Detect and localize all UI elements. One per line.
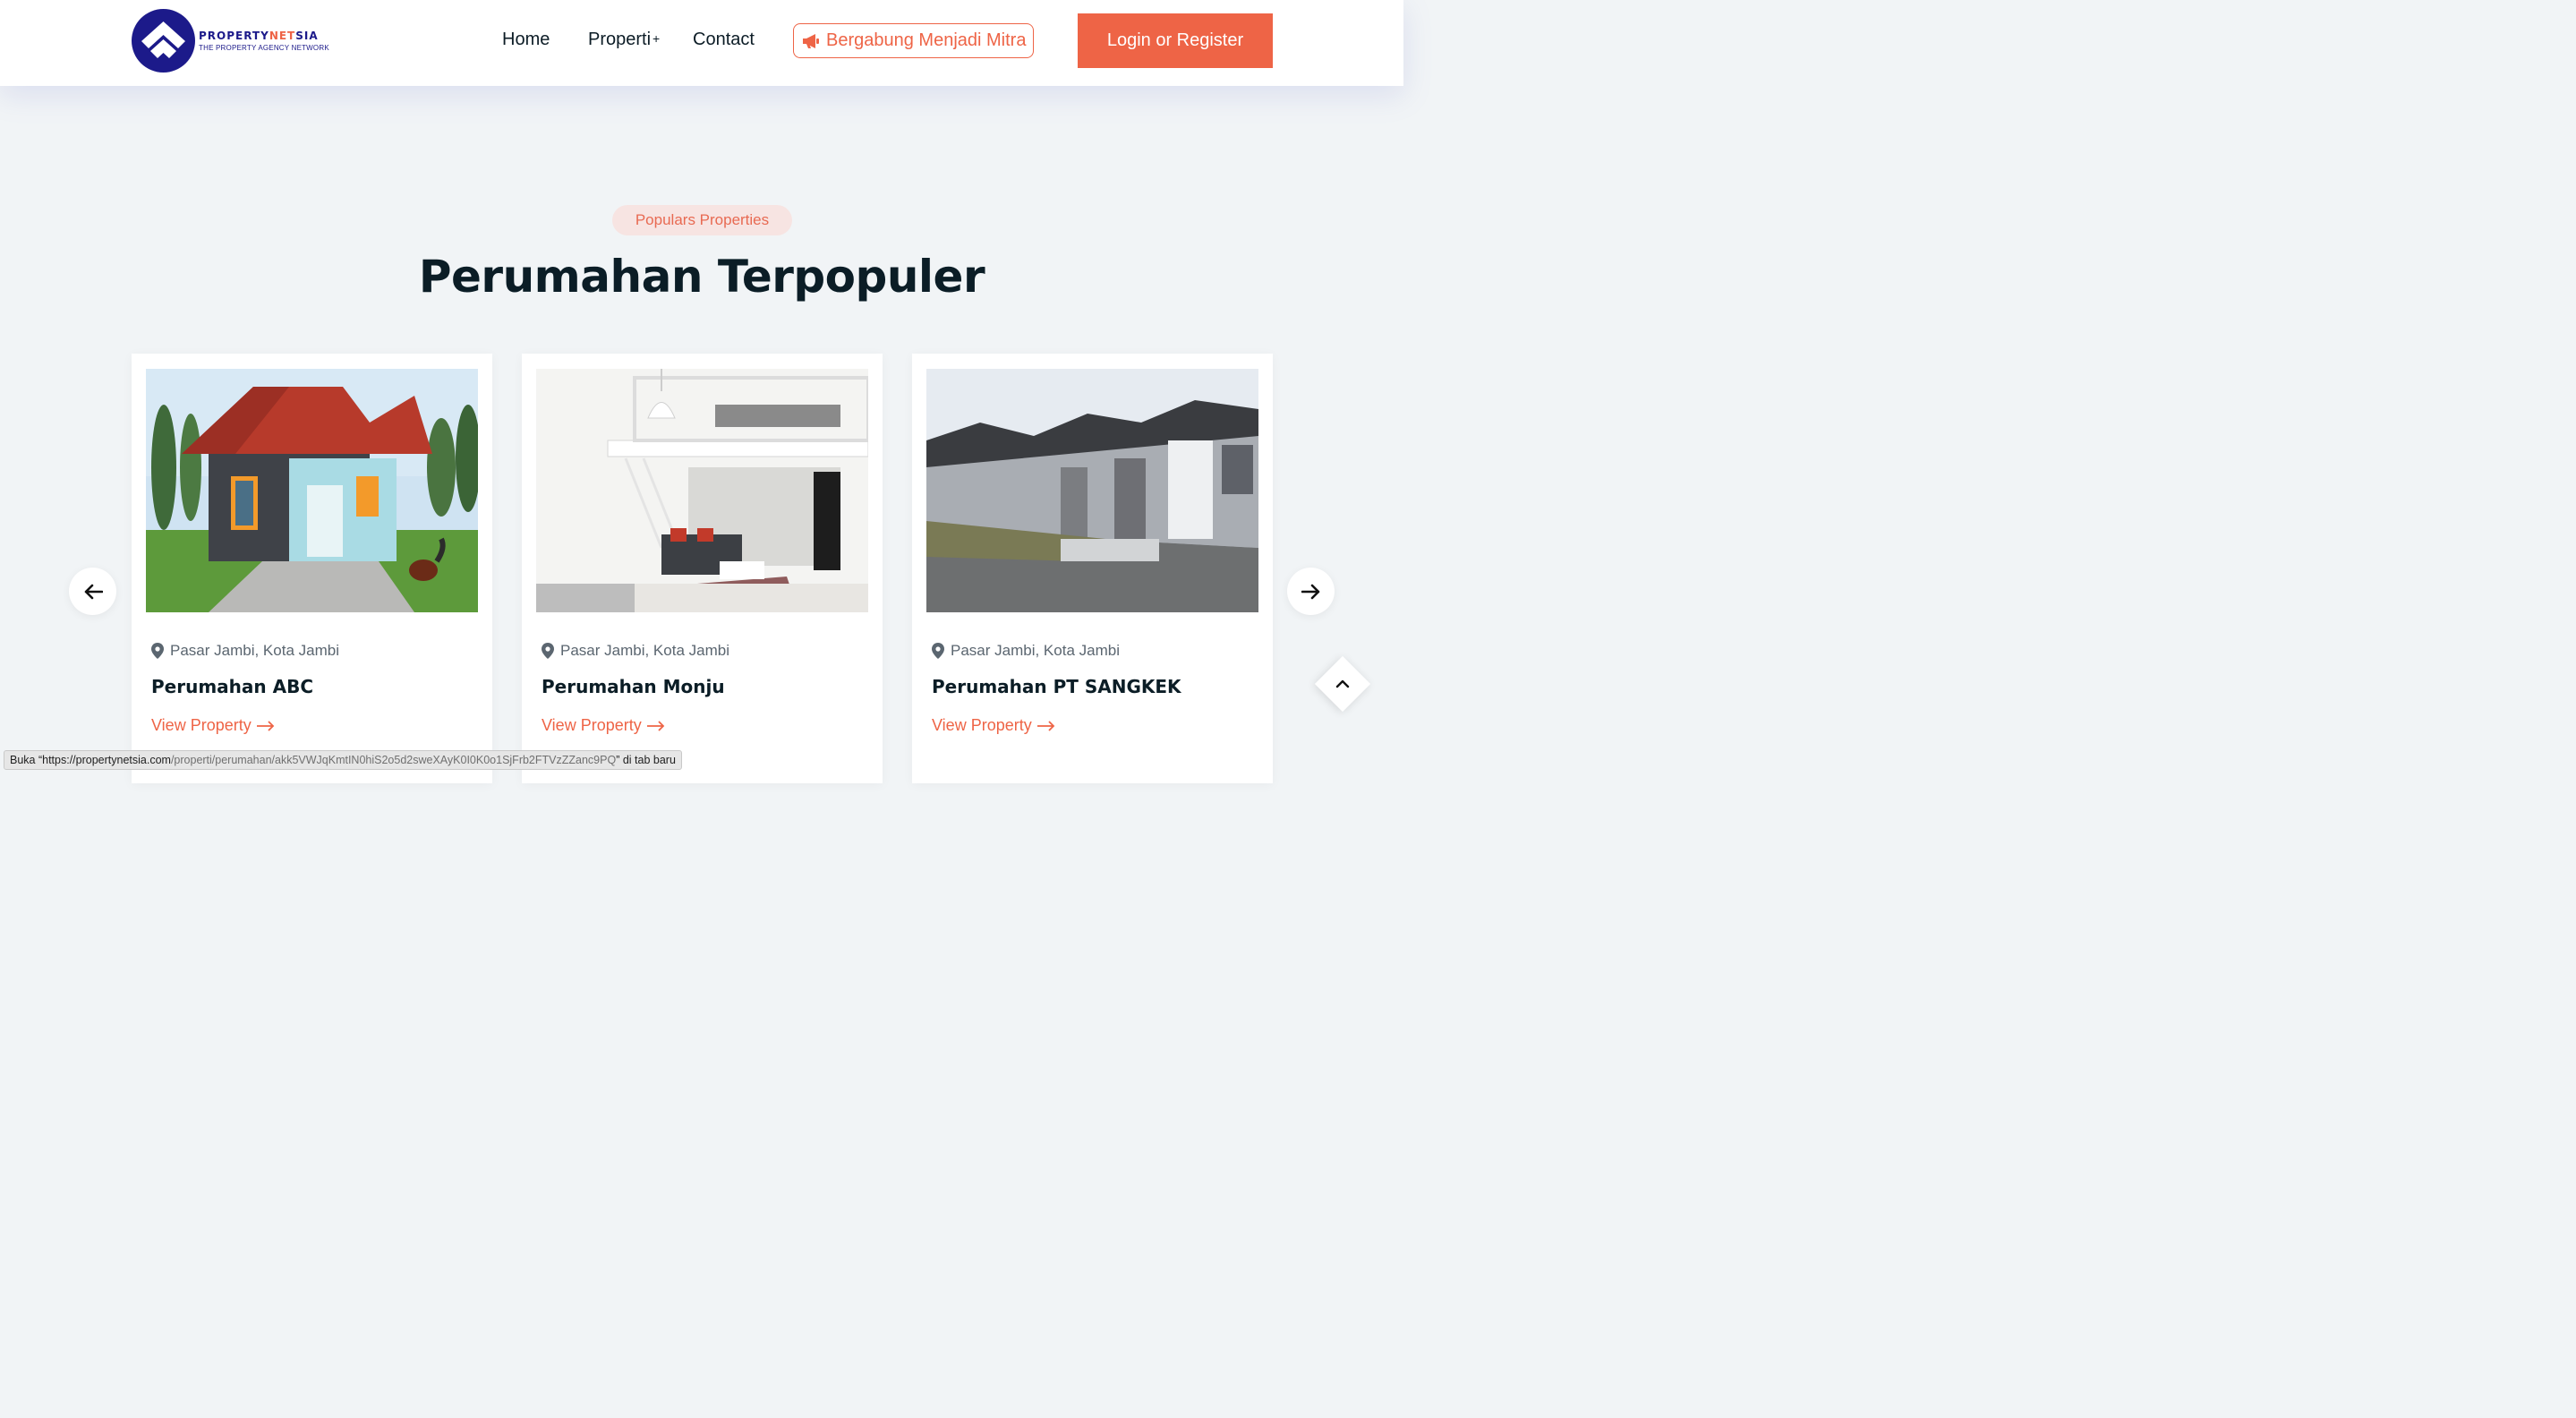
nav-contact[interactable]: Contact: [693, 30, 755, 50]
property-image[interactable]: [926, 369, 1258, 612]
arrow-left-icon: [84, 584, 103, 599]
house-red-roof-photo: [146, 369, 478, 612]
property-image[interactable]: [536, 369, 868, 612]
status-bar-prefix: Buka “https://propertynetsia.com: [10, 754, 171, 766]
property-card[interactable]: Pasar Jambi, Kota Jambi Perumahan ABC Vi…: [132, 354, 492, 783]
browser-status-bar: Buka “https://propertynetsia.com/propert…: [4, 750, 682, 770]
arrow-right-icon: [1036, 720, 1054, 731]
logo-icon: [132, 9, 195, 73]
view-property-link[interactable]: View Property: [151, 716, 275, 735]
section-title: Perumahan Terpopuler: [418, 251, 985, 303]
property-card[interactable]: Pasar Jambi, Kota Jambi Perumahan Monju …: [522, 354, 883, 783]
logo-name-part1: PROPERTY: [199, 30, 269, 42]
property-location-text: Pasar Jambi, Kota Jambi: [170, 642, 339, 659]
row-houses-photo: [926, 369, 1258, 612]
site-logo[interactable]: PROPERTYNETSIA THE PROPERTY AGENCY NETWO…: [132, 9, 329, 73]
chevron-up-icon: [1335, 679, 1350, 688]
property-image[interactable]: [146, 369, 478, 612]
nav-home[interactable]: Home: [502, 30, 550, 50]
nav-properti-label: Properti: [588, 30, 652, 49]
arrow-right-icon: [256, 720, 274, 731]
site-header: PROPERTYNETSIA THE PROPERTY AGENCY NETWO…: [0, 0, 1403, 86]
scroll-to-top-button[interactable]: [1314, 655, 1371, 713]
map-pin-icon: [542, 643, 554, 659]
plus-icon: +: [653, 31, 661, 46]
megaphone-icon: [803, 33, 819, 48]
map-pin-icon: [151, 643, 164, 659]
login-register-button[interactable]: Login or Register: [1078, 13, 1273, 68]
loft-interior-photo: [536, 369, 868, 612]
carousel-prev-button[interactable]: [69, 568, 116, 615]
arrow-right-icon: [646, 720, 664, 731]
logo-name: PROPERTYNETSIA: [199, 30, 329, 42]
status-bar-path: /properti/perumahan/akk5VWJqKmtIN0hiS2o5…: [170, 754, 617, 766]
property-title[interactable]: Perumahan PT SANGKEK: [932, 676, 1181, 697]
view-property-link[interactable]: View Property: [932, 716, 1055, 735]
property-title[interactable]: Perumahan ABC: [151, 676, 313, 697]
view-property-label: View Property: [542, 716, 642, 734]
property-location: Pasar Jambi, Kota Jambi: [151, 642, 339, 660]
view-property-link[interactable]: View Property: [542, 716, 665, 735]
arrow-right-icon: [1301, 584, 1319, 599]
nav-properti[interactable]: Properti +: [588, 30, 660, 50]
status-bar-suffix: ” di tab baru: [616, 754, 676, 766]
map-pin-icon: [932, 643, 944, 659]
view-property-label: View Property: [932, 716, 1032, 734]
carousel-next-button[interactable]: [1287, 568, 1335, 615]
logo-name-part2: NET: [269, 30, 296, 42]
section-badge: Populars Properties: [612, 205, 792, 235]
property-location: Pasar Jambi, Kota Jambi: [542, 642, 729, 660]
property-card[interactable]: Pasar Jambi, Kota Jambi Perumahan PT SAN…: [912, 354, 1273, 783]
property-title[interactable]: Perumahan Monju: [542, 676, 725, 697]
logo-tagline: THE PROPERTY AGENCY NETWORK: [199, 44, 329, 52]
logo-text: PROPERTYNETSIA THE PROPERTY AGENCY NETWO…: [199, 30, 329, 52]
view-property-label: View Property: [151, 716, 252, 734]
logo-name-part3: SIA: [295, 30, 319, 42]
property-location: Pasar Jambi, Kota Jambi: [932, 642, 1120, 660]
property-location-text: Pasar Jambi, Kota Jambi: [951, 642, 1120, 659]
join-partner-button[interactable]: Bergabung Menjadi Mitra: [793, 23, 1034, 58]
property-location-text: Pasar Jambi, Kota Jambi: [560, 642, 729, 659]
join-partner-label: Bergabung Menjadi Mitra: [826, 30, 1027, 50]
